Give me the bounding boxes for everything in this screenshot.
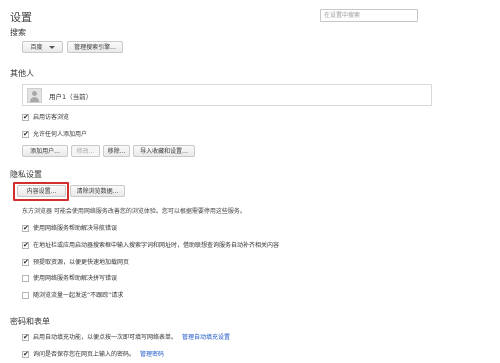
manage-passwords-link[interactable]: 管理密码 bbox=[140, 351, 164, 358]
current-user-row[interactable]: 用户1（当前） bbox=[22, 84, 432, 106]
guest-browsing-label: 启用访客浏览 bbox=[33, 114, 70, 121]
import-bookmarks-button[interactable]: 导入收藏和设置... bbox=[133, 145, 195, 157]
do-not-track-checkbox[interactable] bbox=[22, 292, 29, 299]
add-user-button[interactable]: 添加用户... bbox=[22, 145, 68, 157]
search-engine-select[interactable]: 百度 bbox=[22, 41, 63, 53]
search-section-title: 搜索 bbox=[10, 28, 26, 37]
autofill-label: 启用自动填充功能，以便点按一次即可填写网络表单。 bbox=[33, 334, 178, 341]
privacy-description: 东方浏览器 可能会使用网络服务改善您的浏览体验。您可以根据需要停用这些服务。 bbox=[22, 208, 246, 215]
search-engine-selected: 百度 bbox=[30, 44, 43, 51]
do-not-track-label: 随浏览流量一起发送“不跟踪”请求 bbox=[33, 292, 124, 299]
allow-add-user-checkbox[interactable]: ✔ bbox=[22, 131, 29, 138]
edit-user-button[interactable]: 修改... bbox=[71, 145, 100, 157]
guest-browsing-checkbox[interactable]: ✔ bbox=[22, 114, 29, 121]
save-passwords-checkbox[interactable]: ✔ bbox=[22, 351, 29, 358]
remove-user-button[interactable]: 移除... bbox=[103, 145, 130, 157]
passwords-section-title: 密码和表单 bbox=[10, 317, 50, 326]
content-settings-button[interactable]: 内容设置... bbox=[17, 185, 66, 197]
navigation-errors-label: 使用网络服务帮助解决导航错误 bbox=[33, 225, 118, 232]
allow-add-user-label: 允许任何人添加用户 bbox=[33, 131, 88, 138]
chevron-down-icon bbox=[48, 46, 55, 49]
save-passwords-label: 询问是否保存您在网页上输入的密码。 bbox=[33, 351, 136, 358]
manage-search-engines-button[interactable]: 管理搜索引擎... bbox=[67, 41, 123, 53]
current-user-name: 用户1（当前） bbox=[49, 93, 93, 101]
settings-search-input[interactable]: 在设置中搜索 bbox=[320, 9, 418, 22]
search-suggest-checkbox[interactable]: ✔ bbox=[22, 242, 29, 249]
people-section-title: 其他人 bbox=[10, 69, 34, 78]
page-title: 设置 bbox=[10, 11, 32, 24]
spelling-service-label: 使用网络服务帮助解决拼写错误 bbox=[33, 275, 118, 282]
navigation-errors-checkbox[interactable]: ✔ bbox=[22, 225, 29, 232]
prefetch-label: 预提取资源，以便更快速地加载网页 bbox=[33, 259, 130, 266]
clear-browsing-data-button[interactable]: 清除浏览数据... bbox=[70, 185, 125, 197]
autofill-checkbox[interactable]: ✔ bbox=[22, 334, 29, 341]
privacy-section-title: 隐私设置 bbox=[10, 170, 42, 179]
spelling-service-checkbox[interactable] bbox=[22, 275, 29, 282]
manage-autofill-link[interactable]: 管理自动填充设置 bbox=[182, 334, 230, 341]
prefetch-checkbox[interactable]: ✔ bbox=[22, 259, 29, 266]
avatar bbox=[27, 88, 42, 103]
search-suggest-label: 在地址栏或应用启动器搜索框中输入搜索字词和网址时，借助联想查询服务自动补齐相关内… bbox=[33, 242, 280, 249]
